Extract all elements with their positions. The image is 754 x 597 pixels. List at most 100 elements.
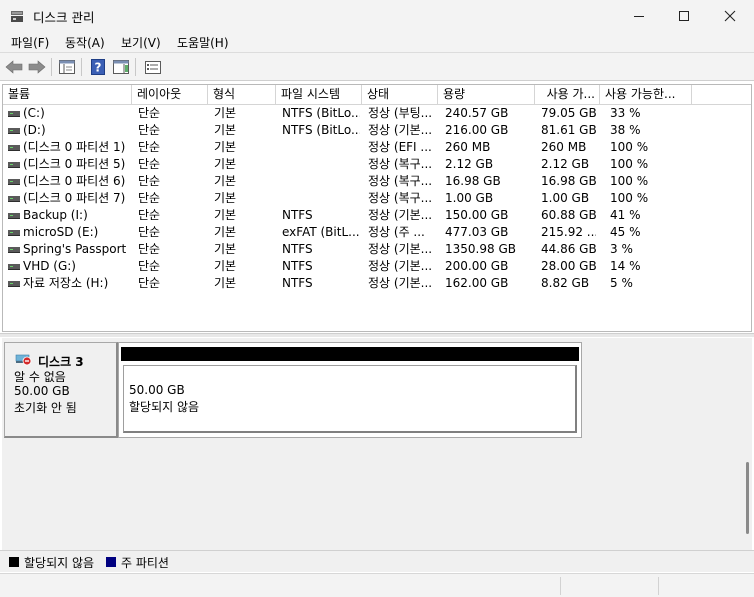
- volume-capacity: 240.57 GB: [445, 106, 509, 120]
- unallocated-partition[interactable]: 50.00 GB 할당되지 않음: [123, 365, 577, 433]
- column-header-percent-free[interactable]: 사용 가능한...: [600, 85, 692, 105]
- volume-status: 정상 (기본...: [368, 259, 433, 273]
- volume-name: (C:): [23, 106, 45, 120]
- volume-status: 정상 (기본...: [368, 276, 433, 290]
- disk-pane-scrollbar[interactable]: [743, 338, 752, 550]
- volume-name: 자료 저장소 (H:): [23, 276, 109, 290]
- column-header-layout[interactable]: 레이아웃: [132, 85, 208, 105]
- disk-pane: 디스크 3 알 수 없음 50.00 GB 초기화 안 됨 50.00 GB 할…: [2, 338, 752, 550]
- volume-percent-free: 38 %: [610, 123, 641, 137]
- volume-icon: [8, 162, 20, 168]
- volume-list-header: 볼륨 레이아웃 형식 파일 시스템 상태 용량 사용 가... 사용 가능한..…: [3, 85, 751, 105]
- volume-free-space: 28.00 GB: [541, 259, 596, 273]
- toolbar-separator: [51, 58, 52, 76]
- volume-icon: [8, 247, 20, 253]
- column-header-volume[interactable]: 볼륨: [3, 85, 132, 105]
- volume-type: 기본: [214, 191, 237, 205]
- volume-status: 정상 (기본...: [368, 208, 433, 222]
- console-pane-button[interactable]: [57, 57, 77, 77]
- volume-layout: 단순: [138, 225, 161, 239]
- volume-type: 기본: [214, 208, 237, 222]
- properties-button[interactable]: [143, 57, 163, 77]
- volume-row[interactable]: (디스크 0 파티션 7) 단순 기본 정상 (복구... 1.00 GB 1.00 GB…: [3, 190, 751, 207]
- minimize-button[interactable]: [616, 0, 662, 31]
- volume-layout: 단순: [138, 140, 161, 154]
- volume-free-space: 16.98 GB: [541, 174, 596, 188]
- action-pane-icon: [113, 60, 129, 74]
- volume-row[interactable]: (D:) 단순 기본 NTFS (BitLo... 정상 (기본... 216.00 GB…: [3, 122, 751, 139]
- volume-row[interactable]: (C:) 단순 기본 NTFS (BitLo... 정상 (부팅... 240.57 GB…: [3, 105, 751, 122]
- volume-row[interactable]: 자료 저장소 (H:) 단순 기본 NTFS 정상 (기본... 162.00 GB 8.8…: [3, 275, 751, 292]
- menu-help[interactable]: 도움말(H): [175, 34, 231, 51]
- menu-action[interactable]: 동작(A): [63, 34, 107, 51]
- pane-splitter[interactable]: [0, 333, 754, 337]
- volume-name: (디스크 0 파티션 5): [23, 157, 126, 171]
- volume-file-system: NTFS: [282, 259, 313, 273]
- volume-row[interactable]: Spring's Passport ... 단순 기본 NTFS 정상 (기본... 13…: [3, 241, 751, 258]
- volume-file-system: exFAT (BitL...: [282, 225, 360, 239]
- disk-uninitialized-icon: [15, 354, 32, 366]
- volume-list[interactable]: 볼륨 레이아웃 형식 파일 시스템 상태 용량 사용 가... 사용 가능한..…: [2, 84, 752, 332]
- menu-view[interactable]: 보기(V): [119, 34, 163, 51]
- volume-free-space: 1.00 GB: [541, 191, 590, 205]
- column-header-capacity[interactable]: 용량: [438, 85, 535, 105]
- menu-file[interactable]: 파일(F): [9, 34, 51, 51]
- volume-type: 기본: [214, 140, 237, 154]
- volume-type: 기본: [214, 157, 237, 171]
- volume-capacity: 2.12 GB: [445, 157, 494, 171]
- volume-capacity: 1.00 GB: [445, 191, 494, 205]
- status-divider: [658, 577, 659, 595]
- volume-percent-free: 5 %: [610, 276, 633, 290]
- back-button[interactable]: [4, 57, 24, 77]
- volume-layout: 단순: [138, 106, 161, 120]
- partition-area: 50.00 GB 할당되지 않음: [118, 342, 582, 438]
- help-button[interactable]: ?: [88, 57, 108, 77]
- help-icon: ?: [91, 59, 105, 75]
- volume-name: (D:): [23, 123, 46, 137]
- action-pane-button[interactable]: [111, 57, 131, 77]
- volume-percent-free: 100 %: [610, 174, 649, 188]
- volume-row[interactable]: (디스크 0 파티션 1) 단순 기본 정상 (EFI ... 260 MB 260 MB…: [3, 139, 751, 156]
- close-button[interactable]: [707, 0, 753, 31]
- volume-row[interactable]: VHD (G:) 단순 기본 NTFS 정상 (기본... 200.00 GB 28.00 …: [3, 258, 751, 275]
- partition-status: 할당되지 않음: [129, 400, 200, 414]
- volume-status: 정상 (기본...: [368, 123, 433, 137]
- volume-layout: 단순: [138, 191, 161, 205]
- volume-capacity: 200.00 GB: [445, 259, 509, 273]
- title-bar: 디스크 관리: [0, 0, 754, 31]
- forward-button[interactable]: [27, 57, 47, 77]
- volume-row[interactable]: (디스크 0 파티션 6) 단순 기본 정상 (복구... 16.98 GB 16.98 …: [3, 173, 751, 190]
- volume-icon: [8, 128, 20, 134]
- disk-state: 초기화 안 됨: [14, 401, 77, 415]
- volume-row[interactable]: Backup (I:) 단순 기본 NTFS 정상 (기본... 150.00 GB 60.…: [3, 207, 751, 224]
- volume-free-space: 44.86 GB: [541, 242, 596, 256]
- column-header-free-space[interactable]: 사용 가...: [535, 85, 600, 105]
- volume-icon: [8, 230, 20, 236]
- volume-icon: [8, 179, 20, 185]
- volume-type: 기본: [214, 174, 237, 188]
- volume-row[interactable]: microSD (E:) 단순 기본 exFAT (BitL... 정상 (주 ... 4…: [3, 224, 751, 241]
- volume-icon: [8, 281, 20, 287]
- column-header-type[interactable]: 형식: [208, 85, 276, 105]
- column-header-status[interactable]: 상태: [362, 85, 438, 105]
- scrollbar-thumb[interactable]: [746, 462, 749, 534]
- volume-status: 정상 (주 ...: [368, 225, 425, 239]
- volume-file-system: NTFS (BitLo...: [282, 123, 360, 137]
- volume-name: (디스크 0 파티션 1): [23, 140, 126, 154]
- volume-type: 기본: [214, 276, 237, 290]
- maximize-button[interactable]: [661, 0, 707, 31]
- maximize-icon: [679, 10, 689, 21]
- column-header-file-system[interactable]: 파일 시스템: [276, 85, 362, 105]
- volume-file-system: [282, 139, 360, 156]
- volume-file-system: NTFS: [282, 276, 313, 290]
- volume-layout: 단순: [138, 276, 161, 290]
- volume-type: 기본: [214, 106, 237, 120]
- volume-file-system: [282, 190, 360, 207]
- volume-free-space: 260 MB: [541, 140, 587, 154]
- volume-layout: 단순: [138, 242, 161, 256]
- volume-capacity: 1350.98 GB: [445, 242, 516, 256]
- disk-label-box[interactable]: 디스크 3 알 수 없음 50.00 GB 초기화 안 됨: [4, 342, 118, 438]
- volume-row[interactable]: (디스크 0 파티션 5) 단순 기본 정상 (복구... 2.12 GB 2.12 GB…: [3, 156, 751, 173]
- console-pane-icon: [59, 60, 75, 74]
- volume-type: 기본: [214, 259, 237, 273]
